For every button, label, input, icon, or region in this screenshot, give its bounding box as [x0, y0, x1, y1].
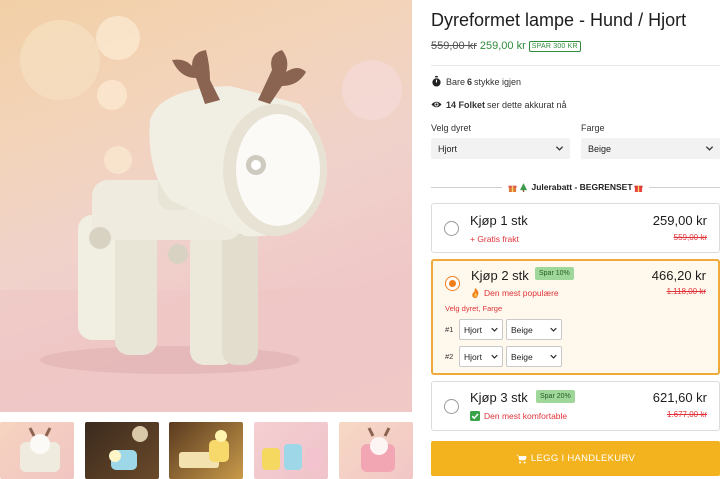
variant-animal-select[interactable]: Hjort	[459, 346, 503, 367]
chevron-down-icon	[555, 146, 564, 151]
thumbnail-strip	[0, 422, 413, 479]
variant-color-select[interactable]: Beige	[506, 346, 562, 367]
offer-badge: Spar 10%	[535, 267, 574, 280]
add-to-cart-button[interactable]: LEGG I HANDLEKURV	[431, 441, 720, 476]
thumbnail-3[interactable]	[169, 422, 243, 479]
thumbnail-2[interactable]	[85, 422, 159, 479]
offer-subtitle: Den mest komfortable	[484, 411, 568, 421]
offer-radio[interactable]	[444, 399, 459, 414]
divider	[431, 65, 720, 66]
gift-icon	[508, 185, 518, 192]
cart-icon	[515, 454, 527, 464]
chevron-down-icon	[705, 146, 714, 151]
chevron-down-icon	[491, 354, 498, 359]
gift-icon	[633, 185, 643, 192]
thumbnail-1[interactable]	[0, 422, 74, 479]
viewers-suffix: ser dette akkurat nå	[487, 99, 567, 110]
color-label: Farge	[581, 123, 605, 133]
tree-icon	[520, 182, 528, 192]
offer-radio[interactable]	[445, 276, 460, 291]
variant-color-value: Beige	[511, 351, 533, 362]
sale-price: 259,00 kr	[479, 40, 526, 52]
color-select[interactable]: Beige	[581, 138, 720, 159]
variant-row-1: #1 Hjort Beige	[445, 319, 565, 340]
stock-info: Bare 6 stykke igjen	[431, 76, 521, 87]
offer-buy-1[interactable]: Kjøp 1 stk + Gratis frakt 259,00 kr 559,…	[431, 203, 720, 253]
old-price: 559,00 kr	[431, 40, 477, 52]
checkbox-icon	[470, 411, 480, 421]
chevron-down-icon	[491, 327, 498, 332]
offer-subtitle-wrap: Den mest populære	[471, 288, 559, 298]
chevron-down-icon	[550, 327, 557, 332]
thumbnail-5[interactable]	[339, 422, 413, 479]
offer-old-price: 559,00 kr	[673, 233, 707, 242]
product-main-image[interactable]	[0, 0, 412, 412]
stock-prefix: Bare	[446, 76, 466, 87]
offer-title: Kjøp 3 stk	[470, 390, 528, 405]
offer-buy-2[interactable]: Kjøp 2 stk Spar 10% Den mest populære 46…	[431, 259, 720, 375]
color-select-value: Beige	[588, 143, 612, 154]
animal-select-value: Hjort	[438, 143, 458, 154]
offer-price: 621,60 kr	[652, 390, 707, 405]
promo-banner: Julerabatt - BEGRENSET	[431, 181, 720, 193]
variant-number: #2	[445, 352, 454, 361]
offer-old-price: 1.677,00 kr	[666, 410, 707, 419]
variant-animal-select[interactable]: Hjort	[459, 319, 503, 340]
variant-animal-value: Hjort	[464, 324, 482, 335]
viewers-count: 14 Folket	[446, 99, 486, 110]
offer-old-price: 1.118,00 kr	[666, 287, 706, 296]
save-badge: SPAR 300 KR	[528, 40, 581, 52]
thumbnail-image	[20, 427, 60, 472]
thumbnail-image	[361, 427, 395, 472]
viewers-info: 14 Folket ser dette akkurat nå	[431, 99, 567, 110]
price-row: 559,00 kr 259,00 kr SPAR 300 KR	[431, 40, 581, 52]
stopwatch-icon	[432, 76, 441, 87]
promo-line-left	[431, 186, 503, 188]
offer-badge: Spar 20%	[536, 390, 575, 403]
offer-subtitle-wrap: Den mest komfortable	[470, 411, 567, 421]
variant-color-select[interactable]: Beige	[506, 319, 562, 340]
variant-animal-value: Hjort	[464, 351, 482, 362]
offer-price: 466,20 kr	[651, 268, 706, 283]
offer-title: Kjøp 1 stk	[470, 213, 528, 228]
offer-radio[interactable]	[444, 221, 459, 236]
product-title: Dyreformet lampe - Hund / Hjort	[431, 10, 687, 30]
fire-icon	[472, 288, 479, 298]
promo-text-wrap: Julerabatt - BEGRENSET	[502, 182, 648, 192]
thumbnail-image	[179, 430, 229, 468]
offer-subtitle: + Gratis frakt	[470, 234, 519, 244]
variant-number: #1	[445, 325, 454, 334]
chevron-down-icon	[550, 354, 557, 359]
thumbnail-image	[262, 444, 322, 470]
variant-row-2: #2 Hjort Beige	[445, 346, 565, 367]
deer-lamp-illustration	[0, 16, 412, 412]
product-panel: Dyreformet lampe - Hund / Hjort 559,00 k…	[431, 0, 720, 479]
promo-line-right	[648, 186, 720, 188]
animal-label: Velg dyret	[431, 123, 472, 133]
offer-subtitle: Den mest populære	[484, 288, 559, 298]
add-to-cart-label: LEGG I HANDLEKURV	[530, 453, 636, 464]
stock-suffix: stykke igjen	[474, 76, 522, 87]
thumbnail-image	[109, 426, 148, 470]
offer-price: 259,00 kr	[652, 213, 707, 228]
thumbnail-4[interactable]	[254, 422, 328, 479]
promo-text: Julerabatt - BEGRENSET	[531, 182, 633, 192]
animal-select[interactable]: Hjort	[431, 138, 570, 159]
eye-icon	[431, 101, 442, 108]
variant-label: Velg dyret, Farge	[445, 304, 503, 313]
offer-buy-3[interactable]: Kjøp 3 stk Spar 20% Den mest komfortable…	[431, 381, 720, 431]
stock-count: 6	[467, 76, 473, 87]
variant-color-value: Beige	[511, 324, 533, 335]
offer-title: Kjøp 2 stk	[471, 268, 529, 283]
